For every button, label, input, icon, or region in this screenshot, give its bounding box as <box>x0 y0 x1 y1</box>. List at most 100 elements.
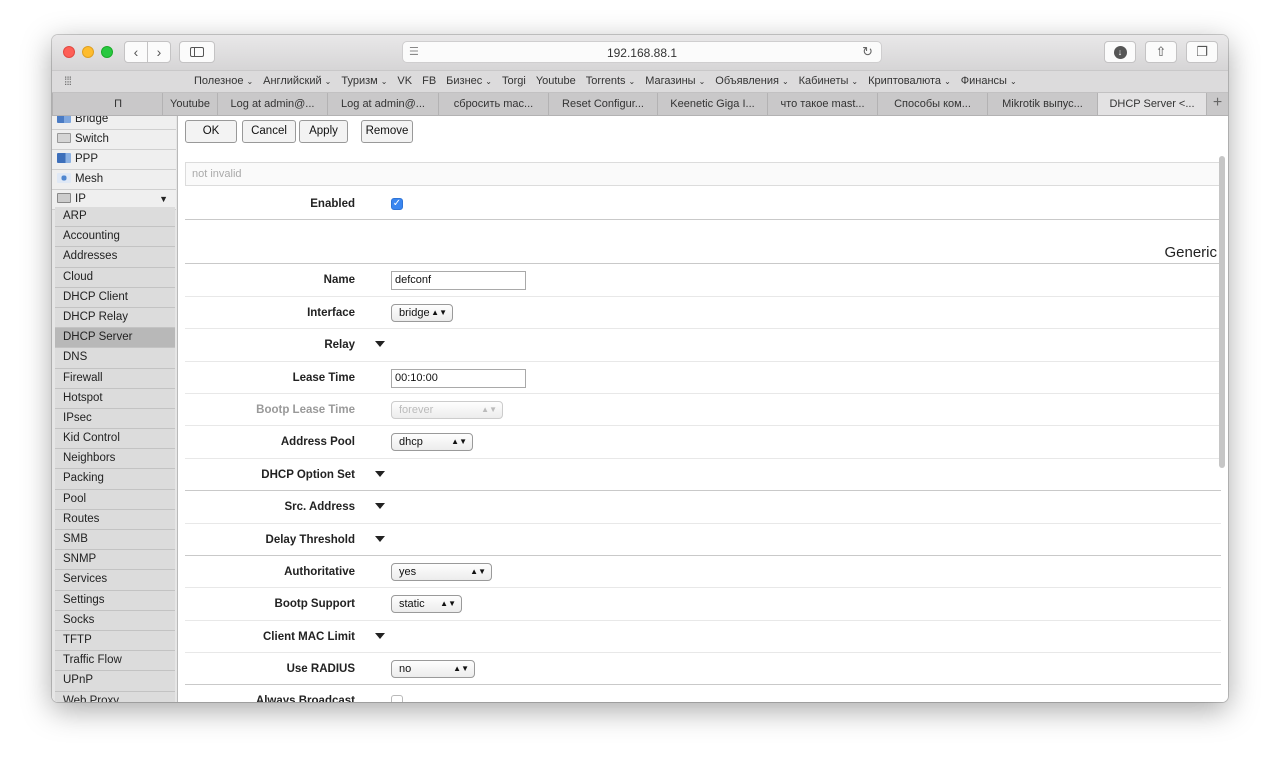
browser-tab[interactable]: Keenetic Giga I... <box>657 93 767 115</box>
sidebar-subitem-neighbors[interactable]: Neighbors <box>55 449 175 470</box>
sidebar-subitem-services[interactable]: Services <box>55 570 175 591</box>
favorite-item[interactable]: Полезное ⌄ <box>194 75 253 87</box>
favorite-item[interactable]: Криптовалюта ⌄ <box>868 75 951 87</box>
row-interface: Interface bridge ▲▼ <box>185 297 1221 330</box>
sidebar-subitem-snmp[interactable]: SNMP <box>55 550 175 571</box>
sidebar-subitem-web-proxy[interactable]: Web Proxy <box>55 691 175 702</box>
sidebar-subitem-firewall[interactable]: Firewall <box>55 368 175 389</box>
sidebar-subitem-accounting[interactable]: Accounting <box>55 227 175 248</box>
favorite-item[interactable]: Youtube <box>536 75 576 87</box>
sidebar-subitem-settings[interactable]: Settings <box>55 590 175 611</box>
ok-button[interactable]: OK <box>185 120 237 143</box>
sidebar-item-label: Bridge <box>75 116 109 125</box>
new-tab-button[interactable]: + <box>1206 93 1228 115</box>
zoom-window-button[interactable] <box>101 46 113 58</box>
favorite-label: Криптовалюта <box>868 75 942 87</box>
back-icon[interactable]: ‹ <box>125 42 147 62</box>
sidebar-subitem-smb[interactable]: SMB <box>55 530 175 551</box>
favorite-item[interactable]: Кабинеты ⌄ <box>799 75 858 87</box>
sidebar-toggle-button[interactable] <box>179 41 215 63</box>
address-pool-select[interactable]: dhcp ▲▼ <box>391 433 473 452</box>
sidebar-subitem-dns[interactable]: DNS <box>55 348 175 369</box>
sidebar-item-switch[interactable]: Switch <box>52 130 176 150</box>
sidebar-subitem-addresses[interactable]: Addresses <box>55 247 175 268</box>
browser-tab[interactable]: Способы ком... <box>877 93 987 115</box>
browser-tab[interactable]: Youtube <box>162 93 217 115</box>
switch-icon <box>57 133 71 143</box>
row-bootp-support: Bootp Support static ▲▼ <box>185 588 1221 621</box>
favorite-item[interactable]: Финансы ⌄ <box>961 75 1017 87</box>
favorite-item[interactable]: Магазины ⌄ <box>645 75 705 87</box>
minimize-window-button[interactable] <box>82 46 94 58</box>
cancel-button[interactable]: Cancel <box>242 120 296 143</box>
enabled-checkbox[interactable]: ✓ <box>391 198 403 210</box>
sidebar-subitem-pool[interactable]: Pool <box>55 489 175 510</box>
close-window-button[interactable] <box>63 46 75 58</box>
sidebar-subitem-socks[interactable]: Socks <box>55 610 175 631</box>
favorite-item[interactable]: Английский ⌄ <box>263 75 331 87</box>
scrollbar[interactable] <box>1219 156 1225 468</box>
sidebar-subitem-hotspot[interactable]: Hotspot <box>55 388 175 409</box>
browser-tab[interactable]: П <box>52 93 162 115</box>
select-arrows-icon: ▲▼ <box>451 437 467 447</box>
favorite-item[interactable]: Объявления ⌄ <box>715 75 788 87</box>
download-icon: ↓ <box>1113 45 1127 59</box>
favorite-item[interactable]: Туризм ⌄ <box>341 75 387 87</box>
expand-triangle-icon[interactable] <box>375 535 385 542</box>
sidebar-subitem-ipsec[interactable]: IPsec <box>55 408 175 430</box>
interface-select[interactable]: bridge ▲▼ <box>391 303 453 322</box>
favorite-label: Английский <box>263 75 322 87</box>
browser-tab[interactable]: Reset Configur... <box>548 93 657 115</box>
bootp-lease-time-label: Bootp Lease Time <box>256 403 355 416</box>
browser-tab[interactable]: Mikrotik выпус... <box>987 93 1097 115</box>
sidebar-subitem-kid-control[interactable]: Kid Control <box>55 429 175 450</box>
favorite-item[interactable]: VK <box>397 75 412 87</box>
favorite-item[interactable]: Torgi <box>502 75 526 87</box>
reload-icon[interactable]: ↻ <box>862 44 873 60</box>
forward-icon[interactable]: › <box>147 42 170 62</box>
sidebar-subitem-cloud[interactable]: Cloud <box>55 267 175 288</box>
browser-tab[interactable]: DHCP Server <... <box>1097 93 1206 115</box>
sidebar-subitem-traffic-flow[interactable]: Traffic Flow <box>55 651 175 672</box>
expand-triangle-icon[interactable] <box>375 503 385 510</box>
share-button[interactable]: ⇧ <box>1145 41 1177 63</box>
select-arrows-icon: ▲▼ <box>481 404 497 414</box>
sidebar-subitem-dhcp-relay[interactable]: DHCP Relay <box>55 307 175 329</box>
form-rows: Enabled ✓ Generic Name defconf Interface… <box>185 188 1221 702</box>
expand-triangle-icon[interactable] <box>375 341 385 348</box>
sidebar-subitem-tftp[interactable]: TFTP <box>55 630 175 652</box>
address-bar[interactable]: ☰ 192.168.88.1 ↻ <box>402 41 882 63</box>
client-mac-limit-label: Client MAC Limit <box>263 630 355 643</box>
bootp-lease-time-select[interactable]: forever ▲▼ <box>391 400 503 419</box>
browser-tab[interactable]: Log at admin@... <box>327 93 438 115</box>
downloads-button[interactable]: ↓ <box>1104 41 1136 63</box>
sidebar-subitem-upnp[interactable]: UPnP <box>55 671 175 692</box>
favorite-item[interactable]: FB <box>422 75 436 87</box>
browser-tab[interactable]: Log at admin@... <box>217 93 327 115</box>
remove-button[interactable]: Remove <box>361 120 413 143</box>
favorite-item[interactable]: Torrents ⌄ <box>586 75 635 87</box>
chevron-down-icon: ⌄ <box>246 77 254 86</box>
apply-button[interactable]: Apply <box>299 120 348 143</box>
sidebar-subitem-dhcp-server[interactable]: DHCP Server <box>55 328 175 349</box>
sidebar-subitem-routes[interactable]: Routes <box>55 509 175 530</box>
expand-triangle-icon[interactable] <box>375 470 385 477</box>
lease-time-input[interactable]: 00:10:00 <box>391 368 526 388</box>
bootp-support-select[interactable]: static ▲▼ <box>391 595 462 614</box>
sidebar-subitem-dhcp-client[interactable]: DHCP Client <box>55 287 175 308</box>
always-broadcast-checkbox[interactable] <box>391 695 403 702</box>
authoritative-select[interactable]: yes ▲▼ <box>391 562 492 581</box>
favorite-item[interactable]: Бизнес ⌄ <box>446 75 492 87</box>
grid-icon[interactable]: ⁞⁞⁞ <box>64 74 72 88</box>
sidebar-item-mesh[interactable]: Mesh <box>52 170 176 190</box>
sidebar-item-bridge[interactable]: Bridge <box>52 116 176 130</box>
tab-overview-button[interactable]: ❐ <box>1186 41 1218 63</box>
browser-tab[interactable]: сбросить mac... <box>438 93 548 115</box>
browser-tab[interactable]: что такое mast... <box>767 93 877 115</box>
expand-triangle-icon[interactable] <box>375 632 385 639</box>
sidebar-subitem-arp[interactable]: ARP <box>55 207 175 228</box>
name-input[interactable]: defconf <box>391 271 526 291</box>
use-radius-select[interactable]: no ▲▼ <box>391 660 475 679</box>
sidebar-item-ppp[interactable]: PPP <box>52 150 176 170</box>
sidebar-subitem-packing[interactable]: Packing <box>55 469 175 490</box>
